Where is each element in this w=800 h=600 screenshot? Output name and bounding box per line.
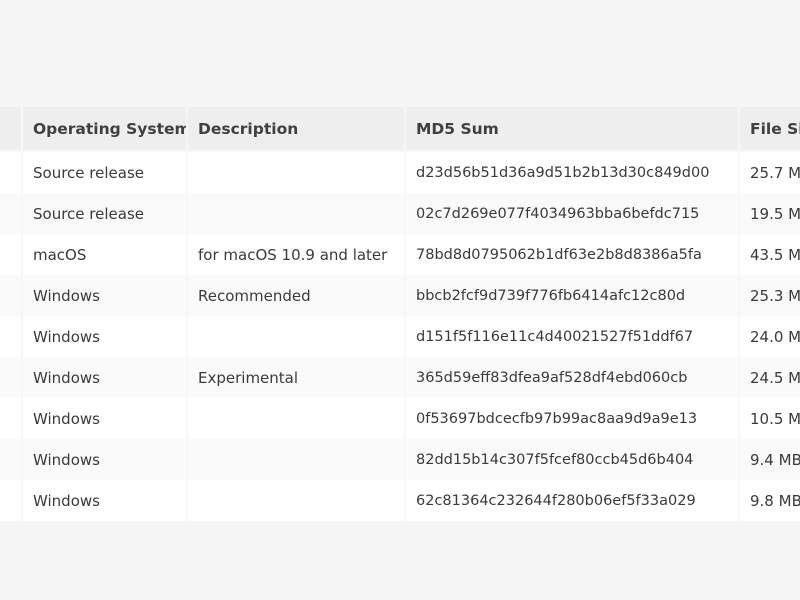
- os-cell: Windows: [23, 398, 188, 439]
- size-cell: 24.5 MB: [740, 357, 800, 398]
- md5-cell: 365d59eff83dfea9af528df4ebd060cb: [406, 357, 740, 398]
- os-cell: Source release: [23, 193, 188, 234]
- table-row: Windows Recommended bbcb2fcf9d739f776fb6…: [0, 275, 800, 316]
- md5-cell: 62c81364c232644f280b06ef5f33a029: [406, 480, 740, 521]
- description-cell: [188, 439, 406, 480]
- md5-cell: bbcb2fcf9d739f776fb6414afc12c80d: [406, 275, 740, 316]
- files-table: Operating System Description MD5 Sum Fil…: [0, 107, 800, 521]
- version-cell[interactable]: [0, 152, 23, 193]
- os-cell: Windows: [23, 480, 188, 521]
- table-row: Windows Experimental 365d59eff83dfea9af5…: [0, 357, 800, 398]
- header-row: Operating System Description MD5 Sum Fil…: [0, 107, 800, 152]
- header-version: [0, 107, 23, 152]
- version-cell[interactable]: [0, 275, 23, 316]
- header-description: Description: [188, 107, 406, 152]
- size-cell: 43.5 MB: [740, 234, 800, 275]
- md5-cell: d151f5f116e11c4d40021527f51ddf67: [406, 316, 740, 357]
- md5-cell: 82dd15b14c307f5fcef80ccb45d6b404: [406, 439, 740, 480]
- version-cell[interactable]: [0, 316, 23, 357]
- version-cell[interactable]: [0, 398, 23, 439]
- description-cell: Recommended: [188, 275, 406, 316]
- os-cell: Source release: [23, 152, 188, 193]
- size-cell: 10.5 MB: [740, 398, 800, 439]
- version-cell[interactable]: [0, 480, 23, 521]
- header-md5-sum: MD5 Sum: [406, 107, 740, 152]
- size-cell: 19.5 MB: [740, 193, 800, 234]
- os-cell: Windows: [23, 357, 188, 398]
- table-row: Source release d23d56b51d36a9d51b2b13d30…: [0, 152, 800, 193]
- md5-cell: d23d56b51d36a9d51b2b13d30c849d00: [406, 152, 740, 193]
- description-cell: [188, 152, 406, 193]
- table-header: Operating System Description MD5 Sum Fil…: [0, 107, 800, 152]
- os-cell: macOS: [23, 234, 188, 275]
- size-cell: 24.0 MB: [740, 316, 800, 357]
- table-row: Windows 82dd15b14c307f5fcef80ccb45d6b404…: [0, 439, 800, 480]
- description-cell: [188, 480, 406, 521]
- description-cell: [188, 398, 406, 439]
- version-cell[interactable]: [0, 193, 23, 234]
- table-row: Source release 02c7d269e077f4034963bba6b…: [0, 193, 800, 234]
- os-cell: Windows: [23, 316, 188, 357]
- table-body: Source release d23d56b51d36a9d51b2b13d30…: [0, 152, 800, 521]
- version-cell[interactable]: [0, 439, 23, 480]
- table-row: Windows 0f53697bdcecfb97b99ac8aa9d9a9e13…: [0, 398, 800, 439]
- version-cell[interactable]: [0, 357, 23, 398]
- size-cell: 9.4 MB: [740, 439, 800, 480]
- md5-cell: 78bd8d0795062b1df63e2b8d8386a5fa: [406, 234, 740, 275]
- description-cell: Experimental: [188, 357, 406, 398]
- table-row: macOS for macOS 10.9 and later 78bd8d079…: [0, 234, 800, 275]
- md5-cell: 0f53697bdcecfb97b99ac8aa9d9a9e13: [406, 398, 740, 439]
- md5-cell: 02c7d269e077f4034963bba6befdc715: [406, 193, 740, 234]
- os-cell: Windows: [23, 275, 188, 316]
- table-row: Windows d151f5f116e11c4d40021527f51ddf67…: [0, 316, 800, 357]
- description-cell: [188, 193, 406, 234]
- version-cell[interactable]: [0, 234, 23, 275]
- description-cell: for macOS 10.9 and later: [188, 234, 406, 275]
- description-cell: [188, 316, 406, 357]
- size-cell: 25.7 MB: [740, 152, 800, 193]
- size-cell: 25.3 MB: [740, 275, 800, 316]
- page: Operating System Description MD5 Sum Fil…: [0, 0, 800, 600]
- table-row: Windows 62c81364c232644f280b06ef5f33a029…: [0, 480, 800, 521]
- header-operating-system: Operating System: [23, 107, 188, 152]
- size-cell: 9.8 MB: [740, 480, 800, 521]
- header-file-size: File Size: [740, 107, 800, 152]
- os-cell: Windows: [23, 439, 188, 480]
